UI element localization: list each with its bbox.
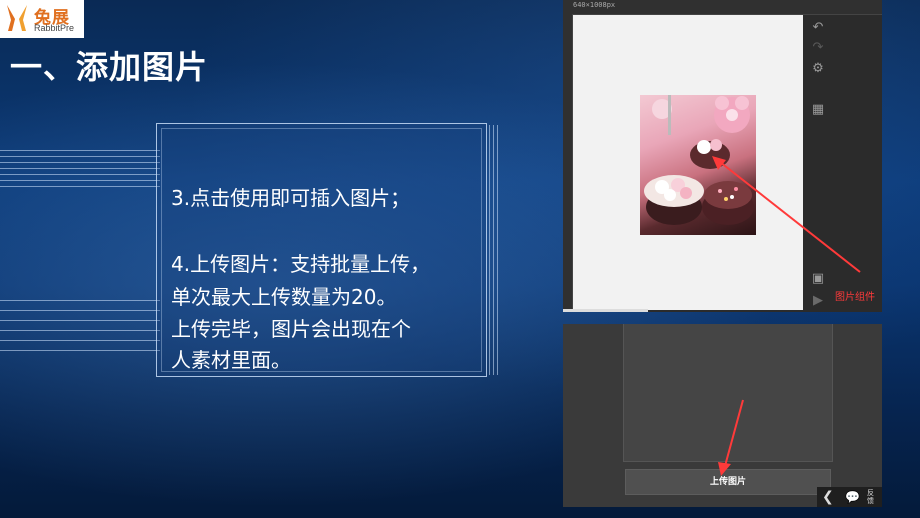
arrow-to-upload-line (724, 399, 744, 467)
arrow-to-image-head (712, 156, 726, 170)
annotation-arrows (712, 156, 861, 476)
arrow-to-upload-head (718, 462, 731, 476)
arrow-to-image-line (719, 161, 861, 273)
